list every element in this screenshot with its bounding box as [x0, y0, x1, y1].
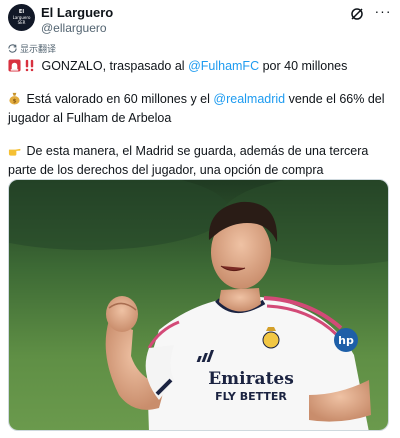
tweet-header: El Larguero SER El Larguero @ellarguero …	[8, 3, 392, 35]
tweet-line-3: De esta manera, el Madrid se guarda, ade…	[8, 142, 394, 180]
tweet-line-1: GONZALO, traspasado al @FulhamFC por 40 …	[8, 57, 394, 76]
player-photo: hp Emirates FLY BETTER	[9, 180, 388, 430]
translate-label: 显示翻译	[20, 44, 57, 54]
display-name[interactable]: El Larguero	[41, 5, 113, 20]
money-bag-icon: $	[9, 92, 20, 105]
tweet-photo[interactable]: hp Emirates FLY BETTER	[8, 179, 389, 431]
tweet-line-3-text: De esta manera, el Madrid se guarda, ade…	[8, 144, 369, 177]
tweet-line-2-text: Está valorado en 60 millones y el	[23, 92, 214, 106]
sponsor-text-2: FLY BETTER	[215, 390, 287, 403]
more-button[interactable]: ···	[374, 3, 392, 21]
tweet-line-1-text: GONZALO, traspasado al	[38, 59, 189, 73]
mention-fulhamfc[interactable]: @FulhamFC	[188, 59, 259, 73]
tweet-line-1-end: por 40 millones	[259, 59, 348, 73]
translate-icon	[8, 44, 17, 53]
sleeve-badge-text: hp	[338, 334, 354, 347]
tweet-line-2: $ Está valorado en 60 millones y el @rea…	[8, 90, 394, 128]
siren-icon	[8, 59, 21, 72]
double-exclamation-icon	[25, 59, 34, 72]
author-info: El Larguero @ellarguero	[41, 5, 113, 35]
tweet-text: GONZALO, traspasado al @FulhamFC por 40 …	[8, 57, 394, 180]
sponsor-text-1: Emirates	[208, 369, 294, 389]
show-translation-link[interactable]: 显示翻译	[8, 42, 56, 55]
mention-realmadrid[interactable]: @realmadrid	[213, 92, 285, 106]
user-handle[interactable]: @ellarguero	[41, 21, 113, 35]
svg-text:$: $	[13, 99, 17, 105]
more-icon: ···	[374, 3, 392, 19]
pointing-right-icon	[8, 148, 21, 156]
avatar-text-3: SER	[17, 20, 26, 25]
avatar[interactable]: El Larguero SER	[8, 4, 35, 31]
grok-button[interactable]	[349, 6, 365, 22]
grok-icon	[351, 8, 363, 20]
